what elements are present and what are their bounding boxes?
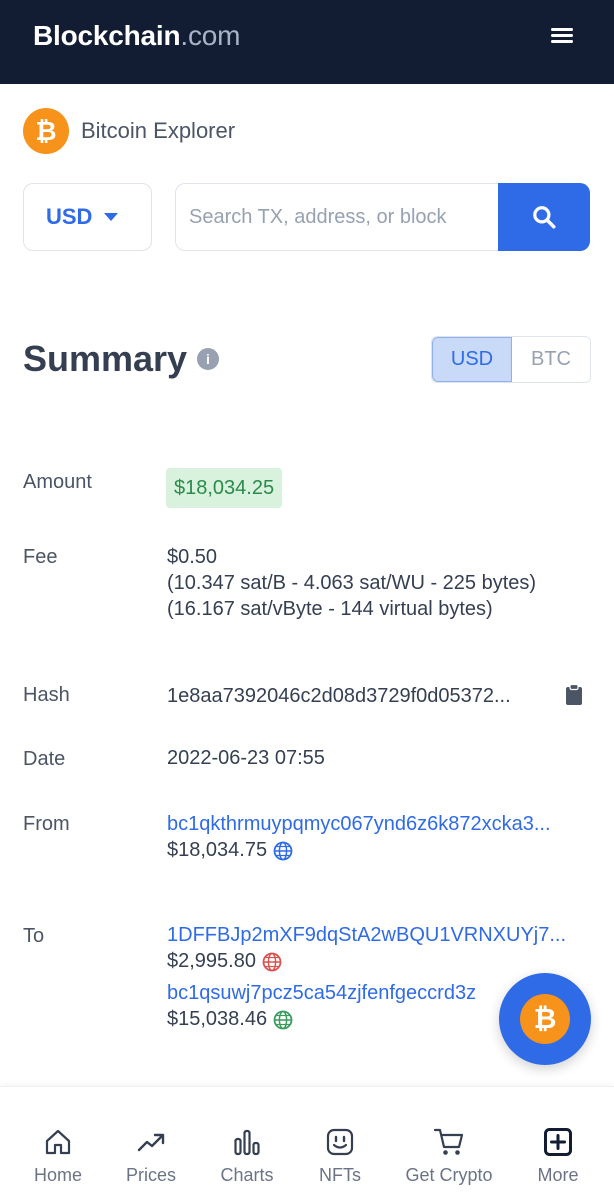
shopping-cart-icon — [433, 1128, 464, 1155]
globe-icon — [273, 1010, 293, 1030]
nav-label-get-crypto: Get Crypto — [405, 1165, 493, 1185]
hash-label: Hash — [23, 684, 70, 706]
nav-item-charts[interactable]: Charts — [207, 1087, 287, 1200]
smiley-face-icon — [326, 1128, 354, 1156]
hash-value: 1e8aa7392046c2d08d3729f0d05372... — [167, 685, 511, 707]
plus-square-icon — [544, 1128, 572, 1156]
home-icon — [45, 1129, 71, 1155]
toggle-btc[interactable]: BTC — [512, 337, 590, 382]
clipboard-copy-icon[interactable] — [565, 684, 583, 706]
date-label: Date — [23, 748, 66, 770]
from-address-link[interactable]: bc1qkthrmuypqmyc067ynd6z6k872xcka3... — [167, 811, 551, 837]
summary-title: Summary — [23, 338, 188, 379]
nav-item-prices[interactable]: Prices — [111, 1087, 191, 1200]
to-label: To — [23, 925, 45, 947]
search-icon — [533, 206, 556, 229]
search-input[interactable] — [176, 184, 500, 250]
to-address-link[interactable]: 1DFFBJp2mXF9dqStA2wBQU1VRNXUYj7... — [167, 922, 566, 948]
globe-icon — [273, 841, 293, 861]
bottom-navigation: Home Prices Charts NFTs Get Crypto More — [0, 1086, 614, 1200]
bitcoin-fab-button[interactable]: ₿ — [499, 973, 591, 1065]
brand-main: Blockchain — [33, 20, 181, 51]
amount-label: Amount — [23, 471, 92, 493]
toggle-usd[interactable]: USD — [432, 337, 512, 382]
fee-value: $0.50 (10.347 sat/B - 4.063 sat/WU - 225… — [167, 544, 536, 622]
nav-label-more: More — [537, 1165, 579, 1185]
from-entry: bc1qkthrmuypqmyc067ynd6z6k872xcka3... $1… — [167, 811, 551, 863]
currency-toggle: USD BTC — [431, 336, 591, 383]
currency-select-value: USD — [46, 204, 93, 229]
from-amount: $18,034.75 — [167, 839, 268, 861]
bitcoin-icon: ₿ — [520, 994, 570, 1044]
search-button[interactable] — [498, 183, 590, 251]
from-amount-row: $18,034.75 — [167, 837, 551, 863]
fee-rate-vbytes: (16.167 sat/vByte - 144 virtual bytes) — [167, 598, 493, 620]
brand-logo[interactable]: Blockchain.com — [33, 20, 240, 52]
explorer-title: Bitcoin Explorer — [81, 118, 236, 143]
explorer-header: ₿ Bitcoin Explorer — [23, 108, 235, 154]
fee-amount: $0.50 — [167, 546, 218, 568]
currency-select[interactable]: USD — [23, 183, 152, 251]
nav-label-charts: Charts — [220, 1165, 274, 1185]
nav-label-home: Home — [33, 1165, 82, 1185]
amount-value: $18,034.25 — [166, 468, 283, 508]
chevron-down-icon — [104, 213, 119, 221]
nav-label-prices: Prices — [125, 1165, 176, 1185]
fee-label: Fee — [23, 546, 58, 568]
date-value: 2022-06-23 07:55 — [167, 747, 325, 769]
brand-suffix: .com — [180, 20, 241, 51]
hamburger-menu-icon[interactable] — [548, 24, 578, 48]
to-amount: $15,038.46 — [167, 1008, 268, 1030]
trending-up-icon — [137, 1133, 165, 1152]
nav-item-more[interactable]: More — [518, 1087, 598, 1200]
info-icon[interactable]: i — [197, 348, 219, 370]
nav-item-get-crypto[interactable]: Get Crypto — [398, 1087, 500, 1200]
fee-rate-bytes: (10.347 sat/B - 4.063 sat/WU - 225 bytes… — [167, 572, 537, 594]
from-label: From — [23, 813, 70, 835]
globe-icon — [262, 952, 282, 972]
search-field[interactable] — [175, 183, 500, 251]
nav-label-nfts: NFTs — [319, 1165, 361, 1185]
to-amount: $2,995.80 — [167, 950, 256, 972]
to-amount-row: $2,995.80 — [167, 948, 566, 974]
bar-chart-icon — [234, 1129, 260, 1156]
top-navigation-bar: Blockchain.com — [0, 0, 614, 84]
nav-item-home[interactable]: Home — [18, 1087, 98, 1200]
nav-item-nfts[interactable]: NFTs — [300, 1087, 380, 1200]
bitcoin-logo-icon: ₿ — [23, 108, 69, 154]
